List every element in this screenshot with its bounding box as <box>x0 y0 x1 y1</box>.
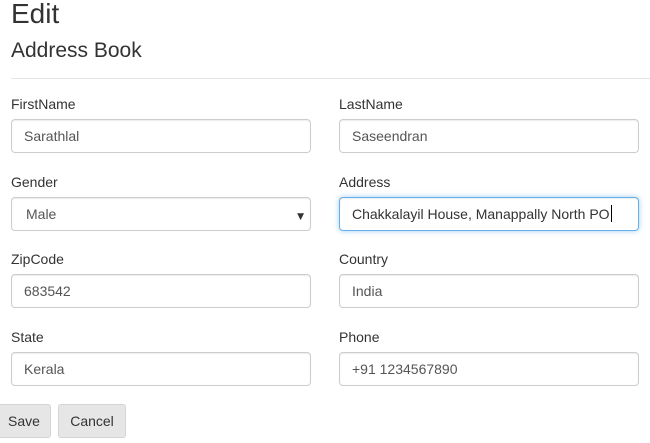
lastname-input[interactable]: Saseendran <box>339 119 639 153</box>
phone-field-group: Phone +91 1234567890 <box>339 327 639 386</box>
zipcode-field-group: ZipCode 683542 <box>11 249 311 308</box>
country-field-group: Country India <box>339 249 639 308</box>
edit-page: Edit Address Book FirstName Sarathlal La… <box>0 0 650 443</box>
state-input[interactable]: Kerala <box>11 352 311 386</box>
save-button[interactable]: Save <box>0 404 51 438</box>
firstname-field-group: FirstName Sarathlal <box>11 94 311 153</box>
firstname-input[interactable]: Sarathlal <box>11 119 311 153</box>
gender-select[interactable]: Male ▼ <box>11 197 311 231</box>
country-input[interactable]: India <box>339 274 639 308</box>
chevron-down-icon: ▼ <box>297 212 304 222</box>
phone-label: Phone <box>339 329 380 345</box>
address-input-value: Chakkalayil House, Manappally North PO <box>352 206 610 222</box>
state-field-group: State Kerala <box>11 327 311 386</box>
address-field-group: Address Chakkalayil House, Manappally No… <box>339 172 639 231</box>
section-title: Address Book <box>11 39 142 62</box>
phone-input[interactable]: +91 1234567890 <box>339 352 639 386</box>
cancel-button[interactable]: Cancel <box>58 404 126 438</box>
gender-field-group: Gender Male ▼ <box>11 172 311 231</box>
firstname-label: FirstName <box>11 96 76 112</box>
lastname-label: LastName <box>339 96 403 112</box>
gender-selected-value: Male <box>26 206 57 222</box>
state-label: State <box>11 329 44 345</box>
lastname-field-group: LastName Saseendran <box>339 94 639 153</box>
page-title: Edit <box>11 0 60 29</box>
country-label: Country <box>339 251 389 267</box>
text-cursor <box>610 205 612 222</box>
header-divider <box>11 78 650 79</box>
zipcode-input[interactable]: 683542 <box>11 274 311 308</box>
zipcode-label: ZipCode <box>11 251 64 267</box>
address-label: Address <box>339 174 391 190</box>
address-input[interactable]: Chakkalayil House, Manappally North PO <box>339 197 639 231</box>
gender-label: Gender <box>11 174 58 190</box>
